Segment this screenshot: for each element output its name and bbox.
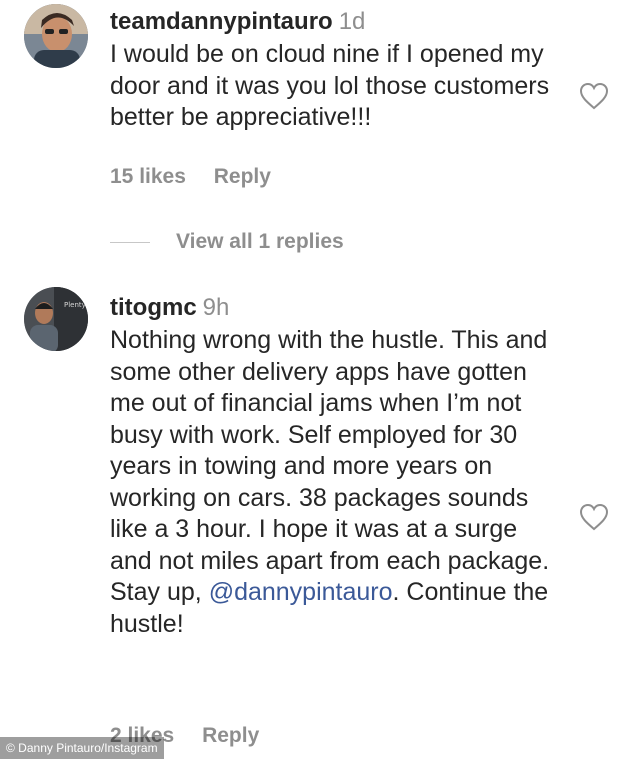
user-avatar-icon xyxy=(24,4,88,68)
view-replies-button[interactable]: View all 1 replies xyxy=(110,228,344,256)
heart-outline-icon[interactable] xyxy=(579,82,609,110)
heart-outline-icon[interactable] xyxy=(579,503,609,531)
reply-button[interactable]: Reply xyxy=(214,165,271,189)
username[interactable]: titogmc xyxy=(110,294,197,321)
comment-time: 9h xyxy=(202,294,230,321)
username[interactable]: teamdannypintauro xyxy=(110,8,333,35)
comment-text: I would be on cloud nine if I opened my … xyxy=(110,40,550,131)
comment-text: Nothing wrong with the hustle. This and … xyxy=(110,325,565,640)
mention-link[interactable]: @dannypintauro xyxy=(209,578,393,606)
photo-credit: © Danny Pintauro/Instagram xyxy=(0,737,164,759)
user-avatar-icon: Plenty xyxy=(24,287,88,351)
svg-text:Plenty: Plenty xyxy=(64,301,86,309)
reply-button[interactable]: Reply xyxy=(202,724,259,748)
comment-text-part: Nothing wrong with the hustle. This and … xyxy=(110,326,550,606)
view-replies-label: View all 1 replies xyxy=(176,230,344,253)
commenter-avatar[interactable] xyxy=(24,4,88,68)
comment-time: 1d xyxy=(338,8,366,35)
like-count[interactable]: 15 likes xyxy=(110,165,186,189)
commenter-avatar[interactable]: Plenty xyxy=(24,287,88,351)
replies-divider xyxy=(110,241,150,243)
